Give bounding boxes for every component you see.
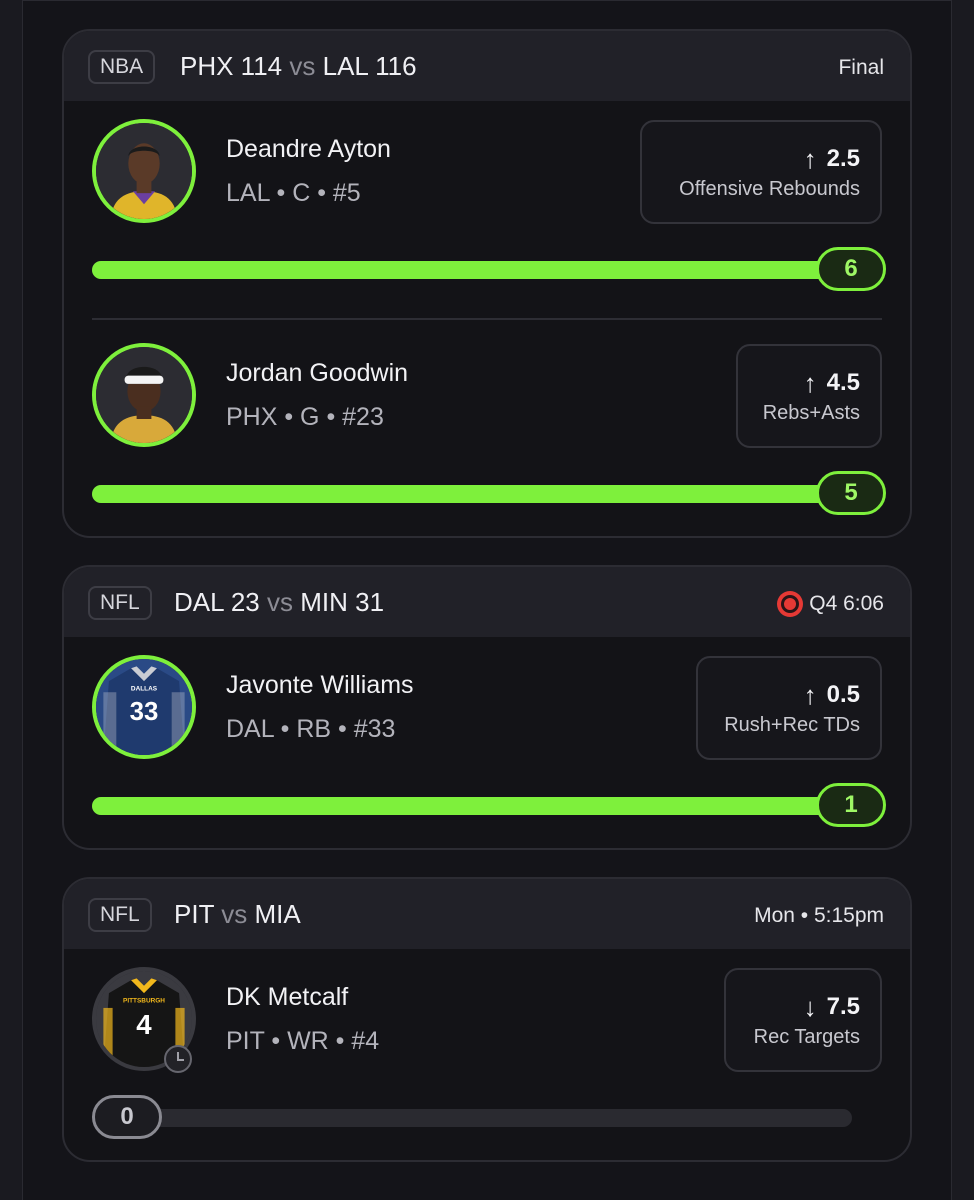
current-stat-pill: 6 <box>816 247 886 291</box>
prop-line-value: 0.5 <box>826 681 860 708</box>
vs-label: vs <box>221 899 248 929</box>
player-info: PIT • WR • #4 <box>226 1027 380 1055</box>
game-status-text: Q4 6:06 <box>809 592 884 615</box>
game-card-nfl-pit-mia[interactable]: NFL PIT vs MIA Mon • 5:15pm PITTSBURGH 4… <box>62 877 912 1162</box>
player-name: Deandre Ayton <box>226 135 391 163</box>
progress-bar <box>92 1109 852 1127</box>
prop-stat-label: Rec Targets <box>753 1026 860 1048</box>
jersey-number: 33 <box>130 698 159 726</box>
progress-fill <box>92 797 852 815</box>
player-avatar: DALLAS 33 <box>92 655 196 759</box>
game-status: Final <box>838 53 884 83</box>
vs-label: vs <box>267 587 293 617</box>
jersey-text: PITTSBURGH <box>123 997 165 1004</box>
team1-score: PIT <box>174 899 214 929</box>
prop-stat-label: Rebs+Asts <box>762 402 860 424</box>
team1-score: DAL 23 <box>174 587 260 617</box>
player-info: PHX • G • #23 <box>226 403 384 431</box>
arrow-up-icon: ↑ <box>803 679 817 710</box>
prop-line: ↑ 2.5 <box>662 144 860 174</box>
prop-line-value: 2.5 <box>826 145 860 172</box>
prop-line: ↑ 0.5 <box>718 680 860 710</box>
progress-fill <box>92 261 852 279</box>
game-status-text: Final <box>838 56 884 79</box>
player-info: DAL • RB • #33 <box>226 715 396 743</box>
game-status-text: Mon • 5:15pm <box>754 904 884 927</box>
league-badge: NFL <box>88 586 152 620</box>
matchup-score: PHX 114 vs LAL 116 <box>180 49 417 83</box>
game-card-nfl-dal-min[interactable]: NFL DAL 23 vs MIN 31 Q4 6:06 DALLAS 33 J… <box>62 565 912 850</box>
prop-line-box[interactable]: ↑ 4.5 Rebs+Asts <box>736 344 882 448</box>
player-headshot-icon <box>96 123 192 219</box>
live-broadcast-icon <box>777 591 804 617</box>
progress-bar <box>92 261 852 279</box>
matchup-score: PIT vs MIA <box>174 897 301 931</box>
player-row[interactable]: Deandre Ayton LAL • C • #5 ↑ 2.5 Offensi… <box>64 101 910 311</box>
player-avatar <box>92 343 196 447</box>
prop-line-value: 4.5 <box>826 369 860 396</box>
player-row[interactable]: PITTSBURGH 4 DK Metcalf PIT • WR • #4 ↓ … <box>64 949 910 1160</box>
player-divider <box>92 318 882 320</box>
prop-line-value: 7.5 <box>826 993 860 1020</box>
progress-fill <box>92 485 852 503</box>
prop-line-box[interactable]: ↓ 7.5 Rec Targets <box>724 968 882 1072</box>
jersey-number: 4 <box>136 1009 152 1040</box>
game-status: Mon • 5:15pm <box>754 901 884 931</box>
prop-stat-label: Rush+Rec TDs <box>724 714 860 736</box>
progress-bar <box>92 797 852 815</box>
team2-score: MIN 31 <box>300 587 385 617</box>
team2-score: MIA <box>254 899 301 929</box>
current-stat-pill: 1 <box>816 783 886 827</box>
jersey-text: DALLAS <box>131 685 158 692</box>
league-badge: NBA <box>88 50 156 84</box>
game-header: NFL DAL 23 vs MIN 31 Q4 6:06 <box>64 567 910 637</box>
vs-label: vs <box>289 51 316 81</box>
arrow-up-icon: ↑ <box>803 367 817 398</box>
prop-line-box[interactable]: ↑ 0.5 Rush+Rec TDs <box>696 656 882 760</box>
prop-line-box[interactable]: ↑ 2.5 Offensive Rebounds <box>640 120 882 224</box>
clock-icon <box>164 1045 192 1073</box>
game-header: NBA PHX 114 vs LAL 116 Final <box>64 31 910 101</box>
arrow-down-icon: ↓ <box>803 991 817 1022</box>
progress-bar <box>92 485 852 503</box>
prop-line: ↑ 4.5 <box>758 368 860 398</box>
player-avatar <box>92 119 196 223</box>
game-header: NFL PIT vs MIA Mon • 5:15pm <box>64 879 910 949</box>
matchup-score: DAL 23 vs MIN 31 <box>174 585 384 619</box>
player-name: Javonte Williams <box>226 671 414 699</box>
current-stat-pill: 0 <box>92 1095 162 1139</box>
game-status: Q4 6:06 <box>777 589 884 619</box>
game-card-nba-phx-lal[interactable]: NBA PHX 114 vs LAL 116 Final Deandre Ayt… <box>62 29 912 538</box>
player-name: Jordan Goodwin <box>226 359 409 387</box>
jersey-icon: DALLAS 33 <box>96 659 192 755</box>
team2-score: LAL 116 <box>322 51 417 81</box>
team1-score: PHX 114 <box>180 51 283 81</box>
player-row[interactable]: DALLAS 33 Javonte Williams DAL • RB • #3… <box>64 637 910 848</box>
player-info: LAL • C • #5 <box>226 179 361 207</box>
player-row[interactable]: Jordan Goodwin PHX • G • #23 ↑ 4.5 Rebs+… <box>64 325 910 535</box>
current-stat-pill: 5 <box>816 471 886 515</box>
league-badge: NFL <box>88 898 152 932</box>
arrow-up-icon: ↑ <box>803 143 817 174</box>
player-headshot-icon <box>96 347 192 443</box>
prop-line: ↓ 7.5 <box>746 992 860 1022</box>
prop-stat-label: Offensive Rebounds <box>679 178 860 200</box>
player-name: DK Metcalf <box>226 983 349 1011</box>
